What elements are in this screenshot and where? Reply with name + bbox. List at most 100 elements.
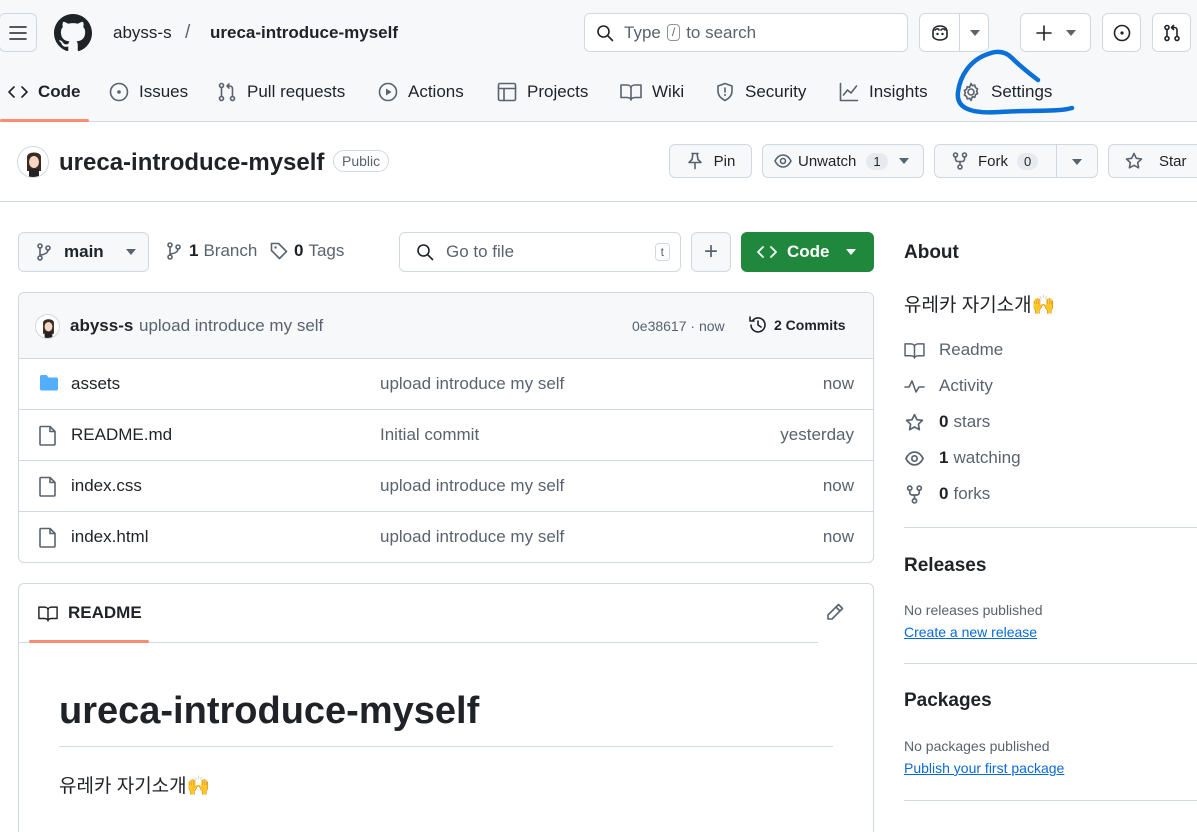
file-row[interactable]: index.css upload introduce my self now — [19, 460, 873, 511]
breadcrumb-separator: / — [185, 22, 191, 43]
star-icon — [1125, 152, 1143, 169]
file-commit-message[interactable]: Initial commit — [380, 425, 479, 445]
repo-title[interactable]: ureca-introduce-myself — [59, 149, 324, 177]
file-commit-message[interactable]: upload introduce my self — [380, 374, 564, 394]
file-name[interactable]: index.html — [71, 527, 148, 547]
annotation-circle — [955, 49, 1075, 115]
create-release-link[interactable]: Create a new release — [904, 624, 1037, 640]
hamburger-icon — [9, 25, 27, 40]
file-name[interactable]: index.css — [71, 476, 142, 496]
file-row[interactable]: index.html upload introduce my self now — [19, 511, 873, 562]
unwatch-button[interactable]: Unwatch 1 — [762, 144, 924, 178]
file-name[interactable]: assets — [71, 374, 120, 394]
branches-link[interactable]: 1 Branch — [166, 241, 257, 261]
tab-pull-requests-label: Pull requests — [247, 82, 346, 101]
pulls-header-button[interactable] — [1152, 13, 1191, 52]
unwatch-label: Unwatch — [798, 152, 857, 170]
book-icon — [38, 605, 58, 622]
book-icon — [904, 342, 925, 359]
tab-pull-requests[interactable]: Pull requests — [217, 82, 345, 102]
chevron-down-icon — [1072, 159, 1082, 165]
issues-header-button[interactable] — [1102, 13, 1141, 52]
tab-wiki[interactable]: Wiki — [620, 82, 684, 102]
github-logo[interactable] — [54, 14, 92, 52]
visibility-badge: Public — [333, 150, 390, 172]
stars-count: 0 — [939, 412, 949, 431]
graph-icon — [839, 82, 859, 102]
tag-icon — [270, 242, 288, 260]
breadcrumb-repo[interactable]: ureca-introduce-myself — [210, 23, 398, 43]
tag-count: 0 — [294, 241, 304, 260]
pin-label: Pin — [713, 152, 736, 170]
file-name[interactable]: README.md — [71, 425, 172, 445]
eye-icon — [774, 154, 792, 168]
branch-label: Branch — [203, 241, 258, 260]
search-key: / — [666, 24, 681, 41]
code-icon — [757, 246, 777, 258]
commit-hash-time[interactable]: 0e38617 · now — [632, 318, 725, 334]
releases-heading[interactable]: Releases — [904, 555, 986, 577]
add-file-button[interactable]: + — [691, 232, 731, 272]
fork-icon — [952, 152, 968, 170]
publish-package-link[interactable]: Publish your first package — [904, 760, 1064, 776]
tab-issues-label: Issues — [139, 82, 189, 101]
goto-file-input[interactable]: Go to file t — [399, 232, 681, 272]
branch-count: 1 — [189, 241, 199, 260]
readme-link-label: Readme — [939, 340, 1004, 359]
search-input[interactable]: Type / to search — [584, 13, 908, 52]
packages-heading[interactable]: Packages — [904, 690, 992, 712]
chevron-down-icon — [845, 249, 856, 255]
file-icon — [39, 476, 56, 497]
tab-security-label: Security — [745, 82, 807, 101]
file-icon — [39, 527, 56, 548]
pull-request-icon — [1163, 24, 1180, 41]
sidebar-divider — [904, 800, 1197, 801]
search-icon — [597, 24, 614, 41]
pin-button[interactable]: Pin — [669, 144, 752, 178]
code-button[interactable]: Code — [741, 232, 874, 272]
readme-link[interactable]: Readme — [904, 340, 1003, 360]
fork-button[interactable]: Fork 0 — [934, 144, 1098, 178]
tab-code[interactable]: Code — [8, 82, 81, 102]
file-row[interactable]: README.md Initial commit yesterday — [19, 409, 873, 460]
tags-link[interactable]: 0 Tags — [270, 241, 344, 261]
pencil-icon — [827, 603, 844, 620]
play-icon — [378, 82, 398, 102]
edit-readme-button[interactable] — [825, 602, 845, 622]
menu-button[interactable] — [0, 13, 37, 52]
fork-divider — [1056, 145, 1057, 177]
goto-file-key: t — [654, 243, 670, 261]
file-commit-message[interactable]: upload introduce my self — [380, 476, 564, 496]
file-commit-message[interactable]: upload introduce my self — [380, 527, 564, 547]
commits-count: 2 Commits — [774, 317, 846, 333]
watching-link[interactable]: 1 watching — [904, 448, 1021, 468]
fork-count: 0 — [1017, 152, 1039, 170]
fork-icon — [906, 484, 923, 504]
tab-insights[interactable]: Insights — [839, 82, 928, 102]
readme-tab-label: README — [68, 603, 142, 622]
sidebar-divider — [904, 663, 1197, 664]
branch-icon — [37, 243, 51, 261]
branch-select[interactable]: main — [18, 232, 149, 272]
book-icon — [620, 84, 642, 101]
activity-link[interactable]: Activity — [904, 376, 993, 396]
about-heading: About — [904, 242, 959, 263]
forks-link[interactable]: 0 forks — [904, 484, 990, 504]
commits-link[interactable]: 2 Commits — [748, 315, 846, 335]
copilot-icon — [931, 24, 948, 41]
tab-issues[interactable]: Issues — [109, 82, 188, 102]
readme-tab[interactable]: README — [38, 603, 142, 623]
star-button[interactable]: Star — [1108, 144, 1197, 178]
readme-title-rule — [59, 746, 833, 747]
tab-actions[interactable]: Actions — [378, 82, 464, 102]
readme-tab-underline — [29, 640, 149, 643]
releases-empty: No releases published — [904, 602, 1043, 618]
tab-projects[interactable]: Projects — [497, 82, 588, 102]
stars-link[interactable]: 0 stars — [904, 412, 990, 432]
stars-label: stars — [953, 412, 991, 431]
commit-author[interactable]: abyss-s — [70, 316, 133, 336]
tab-security[interactable]: Security — [715, 82, 806, 102]
breadcrumb-owner[interactable]: abyss-s — [113, 23, 172, 43]
file-row[interactable]: assets upload introduce my self now — [19, 358, 873, 409]
commit-message[interactable]: upload introduce my self — [139, 316, 323, 336]
